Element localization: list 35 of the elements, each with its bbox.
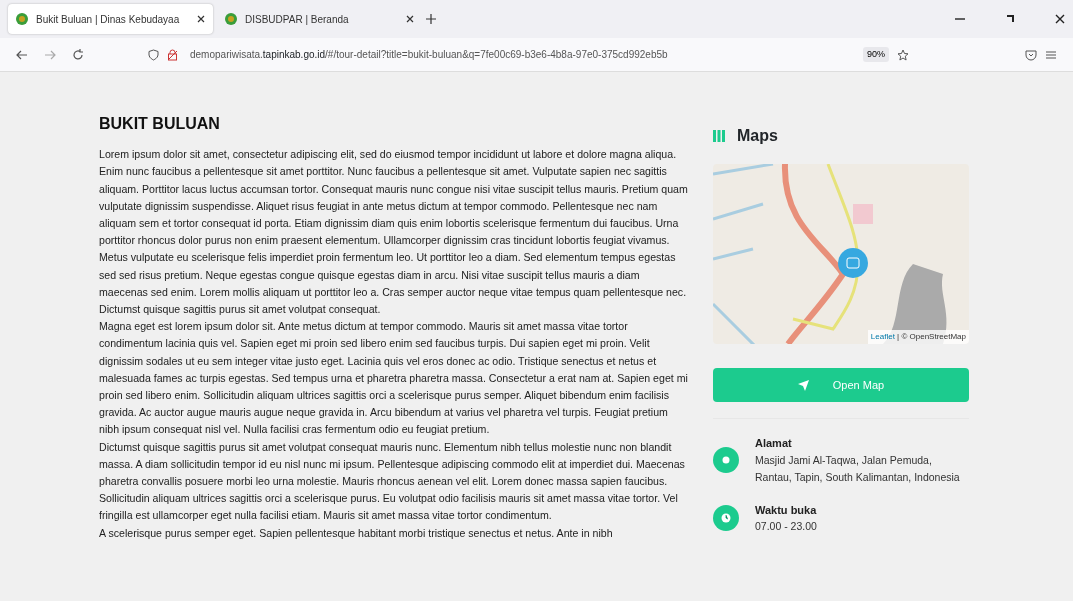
reload-icon[interactable] (72, 48, 84, 61)
info-label: Alamat (755, 436, 793, 451)
paragraph: Magna eget est lorem ipsum dolor sit. Ante metus dictum at tempor commodo. Mauris sit amet massa vitae tortor condimentum lacinia quis vel. Sapien eget mi proin sed libero enim sed faucibus turpis. Dui sapien eget mi proin. Velit dignissim sodales ut eu sem integer vitae justo eget. Lacinia quis vel eros donec ac odio. Tristique senectus et netus et malesuada fames ac turpis egestas. Sed tempus urna et pharetra pharetra massa. Consectetur a erat nam at. Sapien eget mi proin sed libero enim. Sollicitudin aliquam ultrices sagittis orci a scelerisque purus semper. Aliquet bibendum enim facilisis gravida. Ac auctor augue mauris augue neque gravida in. Arcu bibendum at varius vel pharetra vel turpis. Feugiat pretium nibh ipsum consequat nisl vel. Nulla facilisi cras fermentum odio eu feugiat pretium. (99, 319, 689, 438)
info-label: Waktu buka (755, 502, 817, 518)
back-icon[interactable] (16, 48, 28, 61)
zoom-level-button[interactable]: 90% (863, 46, 889, 63)
info-value: 07.00 - 23.00 (755, 519, 817, 534)
lock-icon (167, 48, 178, 61)
attribution-link[interactable]: Leaflet (870, 332, 895, 341)
info-value: Masjid Jami Al-Taqwa, Jalan Pemuda, Rantau, Tapin, South Kalimantan, Indonesia (755, 452, 961, 485)
close-icon[interactable] (197, 15, 205, 23)
new-tab-icon[interactable] (426, 14, 436, 24)
restore-icon[interactable] (1005, 14, 1015, 24)
url-field[interactable]: demopariwisata.tapinkab.go.id/#/tour-detail?title=bukit-buluan&q=7fe00c69-b3e6-4b8a-97e0-375cd992eb5b (190, 47, 668, 62)
pocket-icon[interactable] (1025, 48, 1037, 61)
map[interactable]: Leaflet | © OpenStreetMap (713, 164, 969, 344)
browser-tab[interactable]: DISBUDPAR | Beranda (217, 4, 422, 34)
star-icon[interactable] (897, 48, 909, 61)
send-icon (797, 379, 809, 391)
browser-tab[interactable]: Bukit Buluan | Dinas Kebudayaa (8, 4, 213, 34)
paragraph: A scelerisque purus semper eget. Sapien pellentesque habitant morbi tristique senectus et netus. Ante in nibh (99, 525, 614, 541)
close-icon[interactable] (406, 15, 414, 23)
paragraph: Lorem ipsum dolor sit amet, consectetur adipiscing elit, sed do eiusmod tempor incididunt ut labore et dolore magna aliqua. Enim nunc faucibus a pellentesque sit amet porttitor. Nunc faucibus a pellentesque sit amet. Vulputate sapien nec sagittis aliquam. Porttitor lacus luctus accumsan tortor. Consequat mauris nunc congue nisi vitae suscipit tellus mauris. Pretium quam vulputate dignissim suspendisse. Aliquet risus feugiat in ante metus dictum at tempor commodo. Pellentesque nec nam aliquam sem et tortor consequat id porta. Etiam dignissim diam quis enim lobortis scelerisque fermentum dui faucibus. Urna porttitor rhoncus dolor purus non enim praesent elementum. Ullamcorper dignissim cras tincidunt lobortis feugiat vivamus. Metus vulputate eu scelerisque felis imperdiet proin fermentum leo. Ut porttitor leo a diam. Sed elementum tempus egestas sed sed risus pretium. Neque egestas congue quisque egestas diam in arcu. Nisi vitae suscipit tellus mauris a diam maecenas sed enim. Lorem mollis aliquam ut porttitor leo a. Cras semper auctor neque vitae tempus quam pellentesque nec. Dictumst quisque sagittis purus sit amet volutpat consequat. (99, 147, 689, 317)
attribution-text: | © OpenStreetMap (896, 332, 966, 341)
article-title: BUKIT BULUAN (99, 114, 221, 134)
marker-icon[interactable] (838, 248, 868, 278)
paragraph: Dictumst quisque sagittis purus sit amet volutpat consequat mauris nunc. Elementum nibh tellus molestie nunc non blandit massa. A diam sollicitudin tempor id eu nisl nunc mi ipsum. Pellentesque adipiscing commodo elit at imperdiet dui. Maecenas pharetra convallis posuere morbi leo urna molestie. Mauris rhoncus aenean vel elit. Lorem donec massa sapien faucibus. Sollicitudin aliquam ultrices sagittis orci a scelerisque purus. Eu volutpat odio facilisis mauris sit amet massa vitae tortor. Vel fringilla est ullamcorper eget nulla facilisi etiam. Mauris sit amet massa vitae tortor condimentum. (99, 439, 686, 524)
globe-icon (225, 13, 237, 25)
clock-icon (713, 505, 739, 532)
pin-icon (713, 447, 739, 474)
map-icon (713, 130, 725, 142)
globe-icon (16, 13, 28, 25)
shield-icon (148, 48, 159, 61)
close-icon[interactable] (1055, 14, 1065, 24)
maps-heading: Maps (737, 126, 778, 146)
